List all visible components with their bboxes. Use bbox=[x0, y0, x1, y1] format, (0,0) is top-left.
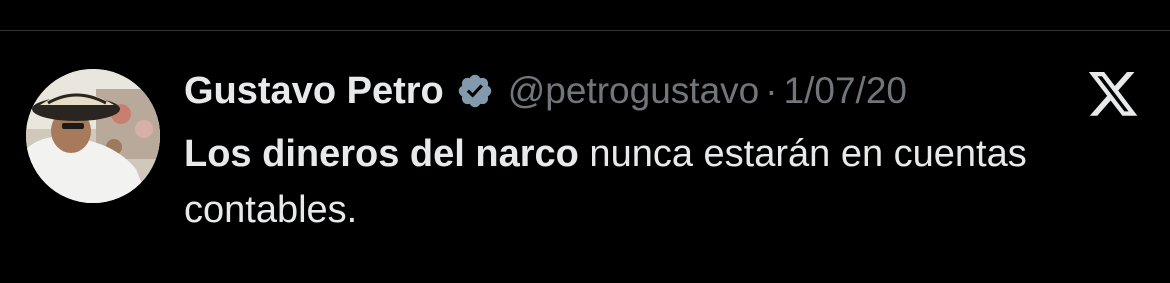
tweet-text: Los dineros del narco nunca estarán en c… bbox=[184, 126, 1084, 238]
tweet-text-bold: Los dineros del narco bbox=[184, 133, 579, 175]
tweet-header: Gustavo Petro @petrogustavo · 1/07/20 bbox=[184, 66, 907, 116]
display-name[interactable]: Gustavo Petro bbox=[184, 66, 444, 116]
separator-dot: · bbox=[765, 70, 778, 111]
author-handle[interactable]: @petrogustavo bbox=[508, 66, 759, 116]
tweet-card: Gustavo Petro @petrogustavo · 1/07/20 Lo… bbox=[0, 0, 1170, 283]
x-logo-icon bbox=[1086, 72, 1140, 118]
tweet-date[interactable]: 1/07/20 bbox=[784, 66, 907, 116]
divider bbox=[0, 30, 1170, 31]
verified-badge-icon bbox=[456, 72, 494, 110]
avatar[interactable] bbox=[26, 69, 160, 203]
